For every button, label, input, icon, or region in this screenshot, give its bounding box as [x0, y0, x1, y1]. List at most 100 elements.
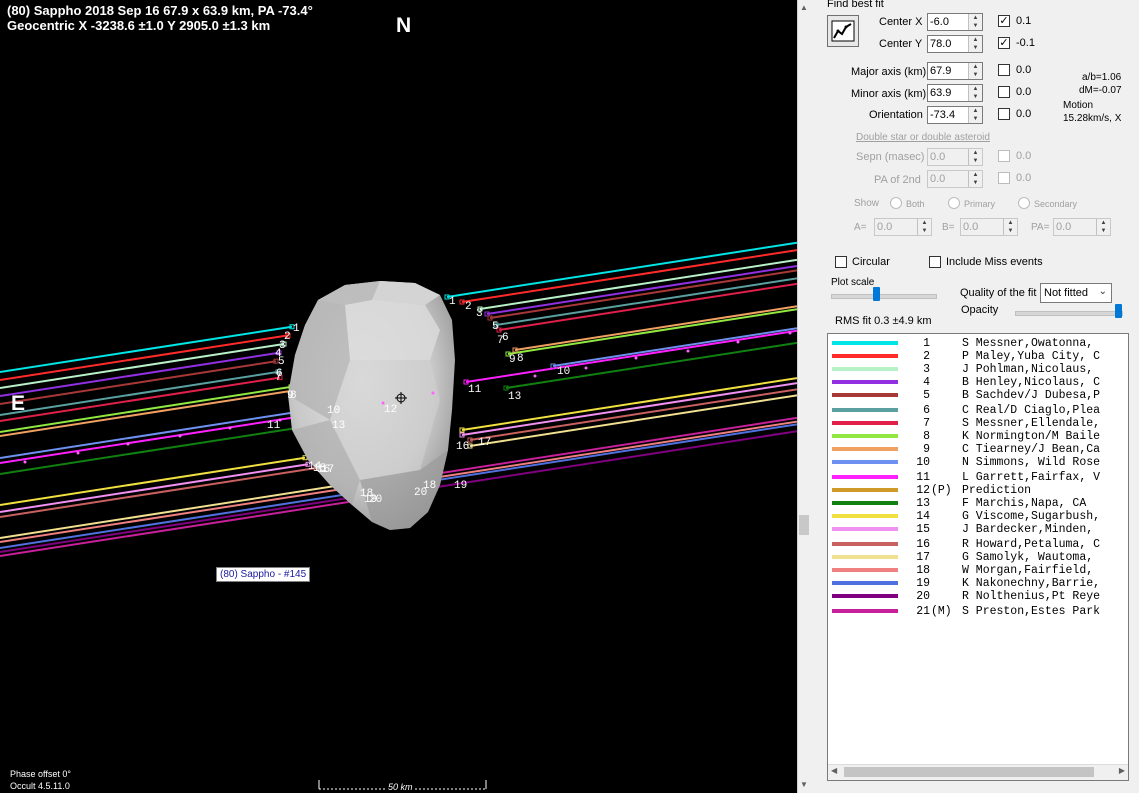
- timing-dot: [228, 426, 232, 430]
- legend-horizontal-scrollbar[interactable]: ◀ ▶: [828, 764, 1128, 780]
- plot-canvas[interactable]: 12345678910111213141516171819201 235679 81…: [0, 0, 797, 793]
- legend-scroll-thumb[interactable]: [844, 767, 1094, 777]
- center-y-checkbox[interactable]: ✓: [998, 37, 1010, 49]
- scroll-left-icon[interactable]: ◀: [831, 766, 837, 775]
- chord-line: [0, 370, 279, 416]
- legend-row[interactable]: 7 S Messner,Ellendale,: [828, 417, 1128, 430]
- legend-number: 9: [923, 443, 930, 456]
- legend-row[interactable]: 17 G Samolyk, Wautoma,: [828, 551, 1128, 564]
- chord-line: [0, 406, 326, 459]
- legend-row[interactable]: 5 B Sachdev/J Dubesa,P: [828, 389, 1128, 402]
- circular-checkbox[interactable]: [835, 256, 847, 268]
- legend-swatch: [832, 447, 898, 451]
- find-best-fit-button[interactable]: [827, 15, 859, 47]
- legend-number: 20: [916, 590, 930, 603]
- legend-observer: C Real/D Ciaglo,Plea: [962, 404, 1101, 417]
- chord-number-label: 20: [414, 487, 427, 499]
- sepn-checkbox[interactable]: [998, 150, 1010, 162]
- timing-dot: [584, 366, 588, 370]
- legend-row[interactable]: 18 W Morgan,Fairfield,: [828, 564, 1128, 577]
- legend-row[interactable]: 3 J Pohlman,Nicolaus,: [828, 363, 1128, 376]
- legend-row[interactable]: 21 (M) S Preston,Estes Park: [828, 605, 1128, 618]
- legend-number: 15: [916, 523, 930, 536]
- center-x-input[interactable]: -6.0 ▲ ▼: [927, 13, 983, 31]
- minor-axis-checkbox[interactable]: [998, 86, 1010, 98]
- scroll-up-icon[interactable]: ▲: [800, 3, 808, 12]
- legend-flag: (P): [931, 484, 952, 497]
- legend-row[interactable]: 15 J Bardecker,Minden,: [828, 523, 1128, 536]
- chord-number-label: 1: [293, 323, 300, 335]
- legend-observer: N Simmons, Wild Rose: [962, 456, 1101, 469]
- east-label: E: [11, 392, 26, 415]
- orientation-checkbox[interactable]: [998, 108, 1010, 120]
- timing-dot: [126, 442, 130, 446]
- legend-row[interactable]: 20 R Nolthenius,Pt Reye: [828, 590, 1128, 603]
- pa-eq-input[interactable]: 0.0 ▲ ▼: [1053, 218, 1111, 236]
- timing-dot: [634, 356, 638, 360]
- minor-axis-input[interactable]: 63.9 ▲ ▼: [927, 84, 983, 102]
- b-eq-input[interactable]: 0.0 ▲ ▼: [960, 218, 1018, 236]
- pa2-checkbox[interactable]: [998, 172, 1010, 184]
- chord-number-label: 7: [497, 335, 504, 347]
- sepn-input[interactable]: 0.0 ▲ ▼: [927, 148, 983, 166]
- legend-number: 13: [916, 497, 930, 510]
- observer-legend[interactable]: 1 S Messner,Owatonna, 2 P Maley,Yuba City, …: [827, 333, 1129, 781]
- center-x-checkbox[interactable]: ✓: [998, 15, 1010, 27]
- pa2-input[interactable]: 0.0 ▲ ▼: [927, 170, 983, 188]
- chord-line: [461, 249, 797, 303]
- legend-row[interactable]: 11 L Garrett,Fairfax, V: [828, 471, 1128, 484]
- chord-number-label: 16: [456, 441, 469, 453]
- timing-dot: [533, 374, 537, 378]
- a-eq-input[interactable]: 0.0 ▲ ▼: [874, 218, 932, 236]
- center-y-input[interactable]: 78.0 ▲ ▼: [927, 35, 983, 53]
- center-y-label: Center Y: [879, 38, 923, 50]
- legend-swatch: [832, 609, 898, 613]
- legend-row[interactable]: 2 P Maley,Yuba City, C: [828, 350, 1128, 363]
- legend-number: 4: [923, 376, 930, 389]
- legend-observer: R Howard,Petaluma, C: [962, 538, 1101, 551]
- legend-swatch: [832, 421, 898, 425]
- orientation-input[interactable]: -73.4 ▲ ▼: [927, 106, 983, 124]
- major-axis-label: Major axis (km): [851, 66, 927, 78]
- legend-swatch: [832, 581, 898, 585]
- legend-swatch: [832, 354, 898, 358]
- chord-number-label: 10: [327, 405, 340, 417]
- legend-swatch: [832, 542, 898, 546]
- include-miss-checkbox[interactable]: [929, 256, 941, 268]
- major-axis-input[interactable]: 67.9 ▲ ▼: [927, 62, 983, 80]
- rms-fit: RMS fit 0.3 ±4.9 km: [835, 315, 932, 327]
- motion-label: Motion: [1063, 100, 1094, 111]
- legend-row[interactable]: 14 G Viscome,Sugarbush,: [828, 510, 1128, 523]
- version-label: Occult 4.5.11.0: [10, 781, 70, 791]
- legend-row[interactable]: 8 K Normington/M Baile: [828, 430, 1128, 443]
- plot-scale-slider[interactable]: [831, 285, 937, 305]
- circular-label: Circular: [852, 256, 890, 268]
- legend-row[interactable]: 10 N Simmons, Wild Rose: [828, 456, 1128, 469]
- chord-line: [498, 282, 797, 331]
- scroll-right-icon[interactable]: ▶: [1119, 766, 1125, 775]
- quality-select[interactable]: Not fitted ⌄: [1040, 283, 1112, 303]
- legend-swatch: [832, 434, 898, 438]
- legend-row[interactable]: 19 K Nakonechny,Barrie,: [828, 577, 1128, 590]
- occultation-plot[interactable]: 1 2 3 4 5 6 7 8 9 10 11 12 13 14 15 16 17 18 19 20 1 2 3 5 6 7 9 8 1…: [0, 0, 797, 793]
- legend-number: 16: [916, 538, 930, 551]
- show-both-radio[interactable]: [890, 197, 902, 209]
- chord-line: [0, 360, 277, 405]
- chord-line: [0, 481, 358, 539]
- legend-row[interactable]: 9 C Tiearney/J Bean,Ca: [828, 443, 1128, 456]
- legend-row[interactable]: 12 (P) Prediction: [828, 484, 1128, 497]
- vertical-scrollbar[interactable]: ▲ ▼: [797, 0, 811, 793]
- major-axis-checkbox[interactable]: [998, 64, 1010, 76]
- legend-row[interactable]: 1 S Messner,Owatonna,: [828, 337, 1128, 350]
- scroll-down-icon[interactable]: ▼: [800, 780, 808, 789]
- legend-row[interactable]: 4 B Henley,Nicolaus, C: [828, 376, 1128, 389]
- legend-row[interactable]: 13 F Marchis,Napa, CA: [828, 497, 1128, 510]
- opacity-slider[interactable]: [1015, 302, 1123, 322]
- scroll-thumb[interactable]: [799, 515, 809, 535]
- show-secondary-radio[interactable]: [1018, 197, 1030, 209]
- show-primary-radio[interactable]: [948, 197, 960, 209]
- legend-row[interactable]: 16 R Howard,Petaluma, C: [828, 538, 1128, 551]
- opacity-label: Opacity: [961, 304, 999, 316]
- legend-row[interactable]: 6 C Real/D Ciaglo,Plea: [828, 404, 1128, 417]
- legend-swatch: [832, 514, 898, 518]
